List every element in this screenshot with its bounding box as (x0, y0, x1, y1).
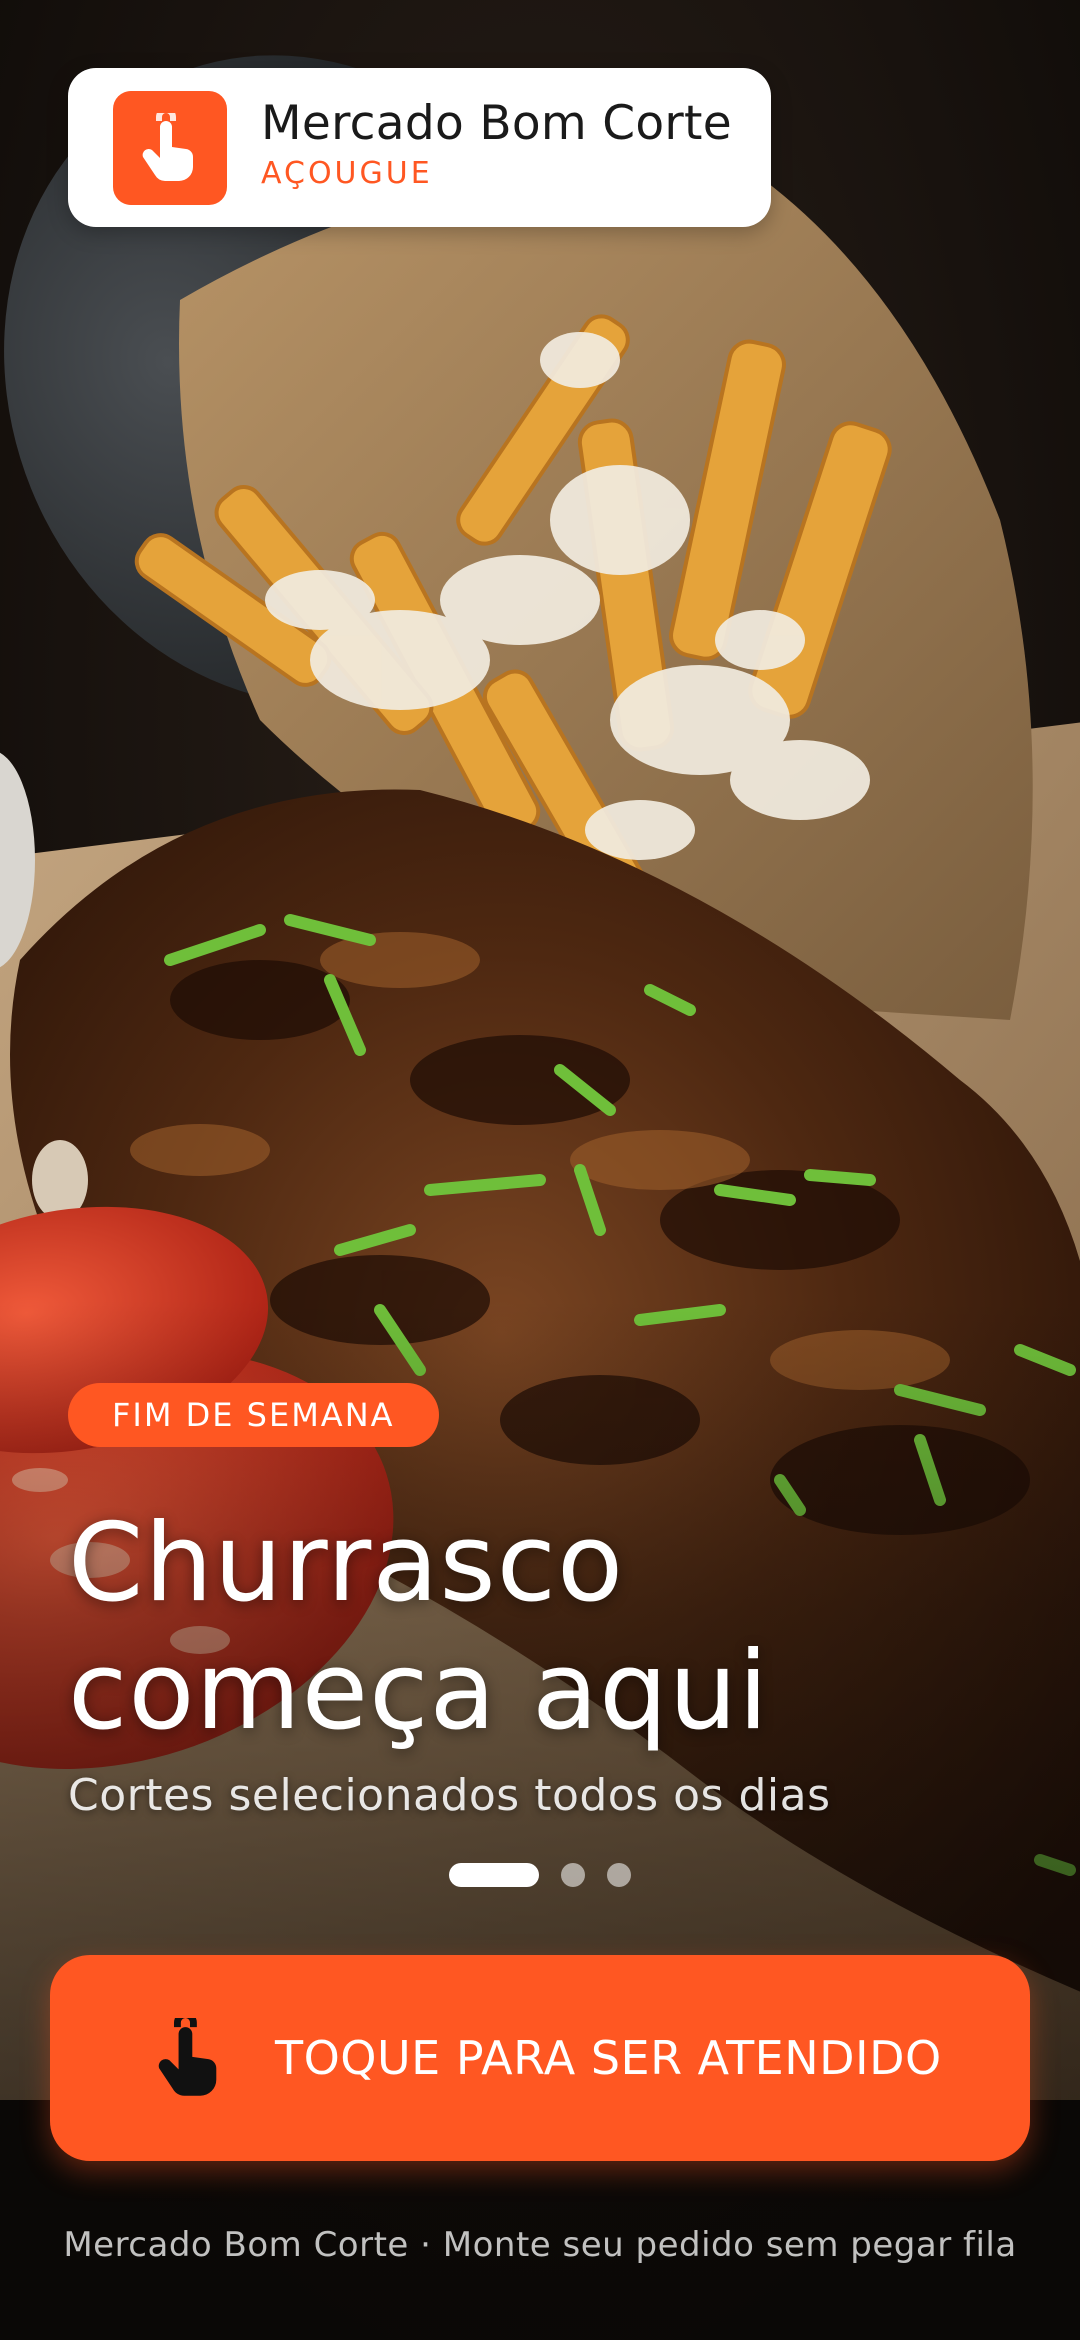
footer-text: Mercado Bom Corte · Monte seu pedido sem… (63, 2225, 1017, 2265)
tap-hand-icon (150, 2011, 230, 2098)
store-name: Mercado Bom Corte (261, 96, 732, 151)
promo-badge: FIM DE SEMANA (68, 1383, 439, 1447)
tap-hand-icon (113, 91, 227, 205)
start-service-label: TOQUE PARA SER ATENDIDO (275, 2031, 942, 2085)
start-service-button[interactable]: TOQUE PARA SER ATENDIDO (50, 1955, 1030, 2161)
promo-subtitle: Cortes selecionados todos os dias (68, 1770, 831, 1821)
brand-card: Mercado Bom Corte AÇOUGUE (68, 68, 771, 227)
headline-line-1: Churrasco (68, 1501, 625, 1626)
carousel-dot-3[interactable] (607, 1863, 631, 1887)
store-category: AÇOUGUE (261, 155, 433, 191)
carousel-dot-1[interactable] (449, 1863, 539, 1887)
carousel-indicators (449, 1863, 631, 1887)
promo-headline: Churrasco começa aqui (68, 1500, 968, 1756)
carousel-dot-2[interactable] (561, 1863, 585, 1887)
kiosk-welcome-screen: Mercado Bom Corte AÇOUGUE FIM DE SEMANA … (0, 0, 1080, 2340)
headline-line-2: começa aqui (68, 1629, 770, 1754)
